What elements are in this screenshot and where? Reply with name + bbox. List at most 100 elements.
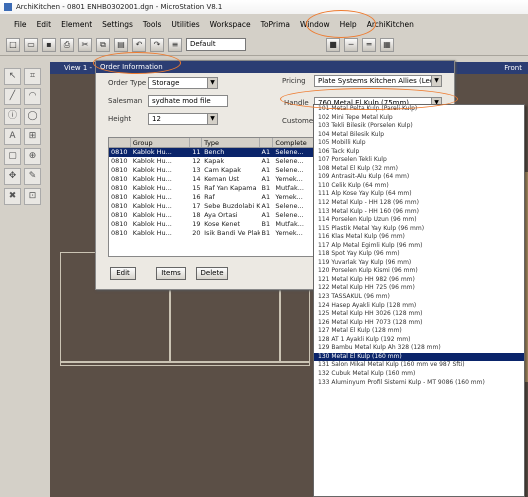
line-weight-icon[interactable]: ═	[362, 37, 376, 52]
dropdown-item[interactable]: 104 Metal Bilesik Kulp	[314, 131, 524, 140]
dropdown-item[interactable]: 132 Cubuk Metal Kulp (160 mm)	[314, 370, 524, 379]
dropdown-item[interactable]: 116 Klas Metal Kulp (96 mm)	[314, 233, 524, 242]
dropdown-item[interactable]: 113 Metal Kulp - HH 160 (96 mm)	[314, 208, 524, 217]
table-row[interactable]: 0810 Kablok Hu... 16 Raf A1 Yemek...	[109, 193, 315, 202]
dropdown-item[interactable]: 129 Bambu Metal Kulp Ah 328 (128 mm)	[314, 344, 524, 353]
dropdown-item[interactable]: 124 Hasep Ayakli Kulp (128 mm)	[314, 302, 524, 311]
dropdown-item[interactable]: 117 Alp Metal Egimli Kulp (96 mm)	[314, 242, 524, 251]
menu-workspace[interactable]: Workspace	[210, 20, 251, 29]
dropdown-item[interactable]: 119 Yuvarlak Yay Kulp (96 mm)	[314, 259, 524, 268]
dropdown-item[interactable]: 121 Metal Kulp HH 982 (96 mm)	[314, 276, 524, 285]
delete-button[interactable]: Delete	[196, 267, 228, 280]
items-button[interactable]: Items	[156, 267, 186, 280]
dropdown-item[interactable]: 108 Metal El Kulp (32 mm)	[314, 165, 524, 174]
menu-edit[interactable]: Edit	[37, 20, 52, 29]
column-header[interactable]	[260, 138, 274, 147]
table-row[interactable]: 0810 Kablok Hu... 20 Isik Bandi Ve Plaka…	[109, 229, 315, 238]
dropdown-item[interactable]: 128 AT 1 Ayakli Kulp (192 mm)	[314, 336, 524, 345]
dropdown-item[interactable]: 105 Mobilli Kulp	[314, 139, 524, 148]
chevron-down-icon[interactable]: ▼	[431, 76, 441, 86]
table-row[interactable]: 0810 Kablok Hu... 15 Raf Yan Kapama B1 M…	[109, 184, 315, 193]
paste-icon[interactable]: ▤	[114, 37, 128, 52]
dropdown-item[interactable]: 103 Tekli Bilesik (Porselen Kulp)	[314, 122, 524, 131]
column-header[interactable]	[109, 138, 131, 147]
text-tool-icon[interactable]: A	[4, 128, 21, 145]
table-row[interactable]: 0810 Kablok Hu... 12 Kapak A1 Selene...	[109, 157, 315, 166]
order-type-combo[interactable]: Storage ▼	[148, 77, 218, 89]
undo-icon[interactable]: ↶	[132, 37, 146, 52]
dropdown-item[interactable]: 122 Metal Kulp HH 725 (96 mm)	[314, 284, 524, 293]
fill-icon[interactable]: ▦	[380, 37, 394, 52]
cell-tool-icon[interactable]: ⊞	[24, 128, 41, 145]
level-manager-icon[interactable]: ≡	[168, 37, 182, 52]
table-row[interactable]: 0810 Kablok Hu... 18 Aya Ortasi A1 Selen…	[109, 211, 315, 220]
menu-file[interactable]: File	[14, 20, 27, 29]
dropdown-item[interactable]: 125 Metal Kulp HH 3026 (128 mm)	[314, 310, 524, 319]
column-header[interactable]	[190, 138, 203, 147]
dropdown-item[interactable]: 118 Spot Yay Kulp (96 mm)	[314, 250, 524, 259]
select-arrow-icon[interactable]: ↖	[4, 68, 21, 85]
chevron-down-icon[interactable]: ▼	[207, 78, 217, 88]
line-style-icon[interactable]: ─	[344, 37, 358, 52]
color-picker-icon[interactable]: ■	[326, 37, 340, 52]
table-cell: Selene...	[275, 157, 304, 165]
dropdown-item[interactable]: 120 Porselen Kulp Kismi (96 mm)	[314, 267, 524, 276]
cut-icon[interactable]: ✂	[78, 37, 92, 52]
move-tool-icon[interactable]: ✥	[4, 168, 21, 185]
delete-tool-icon[interactable]: ✖	[4, 188, 21, 205]
redo-icon[interactable]: ↷	[150, 37, 164, 52]
dropdown-item[interactable]: 102 Mini Tepe Metal Kulp	[314, 114, 524, 123]
table-row[interactable]: 0810 Kablok Hu... 13 Cam Kapak A1 Selene…	[109, 166, 315, 175]
dropdown-item[interactable]: 133 Aluminyum Profil Sistemi Kulp - MT 9…	[314, 379, 524, 388]
pricing-combo[interactable]: Plate Systems Kitchen Allies (Ledger) ▼	[314, 75, 442, 87]
view-tool-icon[interactable]: ⊡	[24, 188, 41, 205]
active-level-combo[interactable]: Default	[186, 38, 246, 51]
menu-utilities[interactable]: Utilities	[171, 20, 199, 29]
fence-icon[interactable]: ⌗	[24, 68, 41, 85]
handle-dropdown-list[interactable]: 101 Metal Pelta Kulp (Pareli Kulp) 102 M…	[313, 104, 525, 497]
arc-tool-icon[interactable]: ◠	[24, 88, 41, 105]
rectangle-tool-icon[interactable]: ▢	[4, 148, 21, 165]
dropdown-item[interactable]: 123 TASSAKUL (96 mm)	[314, 293, 524, 302]
save-icon[interactable]: ▪	[42, 37, 56, 52]
column-header[interactable]: Type	[202, 138, 260, 147]
copy-icon[interactable]: ⧉	[96, 37, 110, 52]
table-cell: Bench	[204, 148, 225, 156]
table-row[interactable]: 0810 Kablok Hu... 19 Kose Kenet B1 Mutfa…	[109, 220, 315, 229]
dropdown-item[interactable]: 111 Alp Kose Yay Kulp (64 mm)	[314, 190, 524, 199]
edit-button[interactable]: Edit	[110, 267, 136, 280]
table-cell: Kablok Hu...	[132, 211, 172, 219]
modify-tool-icon[interactable]: ✎	[24, 168, 41, 185]
dropdown-item[interactable]: 131 Salon Mikal Metal Kulp (160 mm ve 98…	[314, 361, 524, 370]
print-icon[interactable]: ⎙	[60, 37, 74, 52]
measure-tool-icon[interactable]: ⊕	[24, 148, 41, 165]
menu-settings[interactable]: Settings	[102, 20, 133, 29]
table-row[interactable]: 0810 Kablok Hu... 14 Keman Ust A1 Yemek.…	[109, 175, 315, 184]
height-combo[interactable]: 12 ▼	[148, 113, 218, 125]
column-header[interactable]: Group	[131, 138, 191, 147]
menu-element[interactable]: Element	[61, 20, 92, 29]
chevron-down-icon[interactable]: ▼	[207, 114, 217, 124]
column-header[interactable]: Complete	[273, 138, 315, 147]
open-folder-icon[interactable]: ▭	[24, 37, 38, 52]
dropdown-item[interactable]: 110 Celik Kulp (64 mm)	[314, 182, 524, 191]
menu-tools[interactable]: Tools	[143, 20, 161, 29]
table-cell: Kablok Hu...	[132, 148, 172, 156]
new-file-icon[interactable]: □	[6, 37, 20, 52]
dropdown-item[interactable]: 126 Metal Kulp HH 7073 (128 mm)	[314, 319, 524, 328]
dropdown-item[interactable]: 114 Porselen Kulp Uzun (96 mm)	[314, 216, 524, 225]
salesman-field[interactable]: sydhate mod file	[148, 95, 228, 107]
dropdown-item[interactable]: 130 Metal El Kulp (160 mm)	[314, 352, 524, 362]
circle-tool-icon[interactable]: ◯	[24, 108, 41, 125]
dropdown-item[interactable]: 109 Antrasit-Alu Kulp (64 mm)	[314, 173, 524, 182]
dropdown-item[interactable]: 106 Tack Kulp	[314, 148, 524, 157]
line-tool-icon[interactable]: ╱	[4, 88, 21, 105]
dropdown-item[interactable]: 127 Metal El Kulp (128 mm)	[314, 327, 524, 336]
table-row[interactable]: 0810 Kablok Hu... 17 Sebe Buzdolabi K...…	[109, 202, 315, 211]
table-row[interactable]: 0810 Kablok Hu... 11 Bench A1 Selene...	[109, 148, 315, 157]
menu-toprima[interactable]: ToPrima	[261, 20, 290, 29]
dropdown-item[interactable]: 107 Porselen Tekli Kulp	[314, 156, 524, 165]
info-icon[interactable]: ⓘ	[4, 108, 21, 125]
dropdown-item[interactable]: 112 Metal Kulp - HH 128 (96 mm)	[314, 199, 524, 208]
dropdown-item[interactable]: 115 Plastik Metal Yay Kulp (96 mm)	[314, 225, 524, 234]
